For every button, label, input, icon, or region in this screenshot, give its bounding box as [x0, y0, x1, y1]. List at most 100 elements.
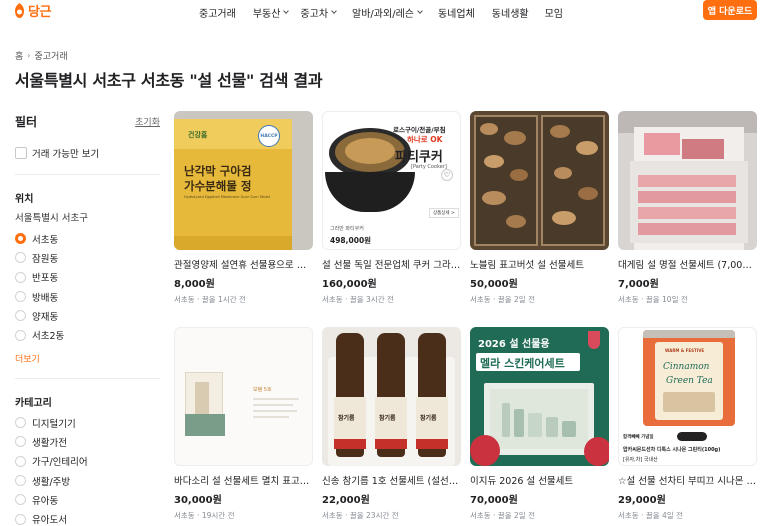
- listing-thumbnail[interactable]: 보탬 5호: [174, 327, 313, 466]
- location-radio-list: 서초동잠원동 반포동 방배동 양재동 서초2동: [15, 229, 64, 345]
- nav-item-label: 중고차: [300, 9, 329, 20]
- divider: [15, 174, 160, 175]
- listing-card[interactable]: WARM & FESTIVE Cinnamon Green Tea 합격빼빼 기…: [618, 327, 757, 521]
- category-option[interactable]: 가구/인테리어: [15, 452, 88, 471]
- option-label: 가구/인테리어: [32, 457, 88, 469]
- filter-title: 필터: [15, 115, 38, 129]
- listing-meta: 서초동 · 끌올 10일 전: [618, 295, 688, 304]
- nav-item[interactable]: 모임: [545, 5, 563, 20]
- nav-item[interactable]: 동네생활: [492, 5, 529, 20]
- option-label: 생활/주방: [32, 476, 71, 488]
- breadcrumb-current[interactable]: 중고거래: [34, 49, 67, 62]
- page-title: 서울특별시 서초구 서초동 "설 선물" 검색 결과: [15, 71, 323, 90]
- filter-sidebar: 필터 초기화 거래 가능만 보기 위치 서울특별시 서초구 서초동잠원동 반포동 방…: [15, 110, 160, 526]
- checkbox-box[interactable]: [15, 147, 27, 159]
- product-name-line1: 난각막 구아검: [184, 164, 252, 178]
- category-title: 카테고리: [15, 398, 52, 409]
- thumb-caption-1: 합격빼빼 기념일: [623, 435, 654, 440]
- filter-reset-link[interactable]: 초기화: [135, 115, 160, 128]
- radio-button[interactable]: [15, 252, 26, 264]
- listing-thumbnail[interactable]: 로스구이/전골/부침 하나로 OK 파티쿠커 [Party Cooker] ♡ …: [322, 111, 461, 250]
- listing-thumbnail[interactable]: WARM & FESTIVE Cinnamon Green Tea 합격빼빼 기…: [618, 327, 757, 466]
- listing-title[interactable]: 신송 참기름 1호 선물세트 (설선물…: [322, 473, 461, 487]
- app-download-button[interactable]: 앱 다운로드: [703, 0, 757, 20]
- radio-button[interactable]: [15, 310, 26, 322]
- listing-title[interactable]: ☆설 선물 선차티 부띠끄 시나몬 그린…: [618, 473, 757, 487]
- nav-item[interactable]: 알바/과외/레슨: [352, 5, 423, 20]
- radio-button[interactable]: [15, 291, 26, 303]
- nav-item[interactable]: 동네업체: [438, 5, 475, 20]
- listing-title[interactable]: 관절영양제 설연휴 선물용으로 드…: [174, 257, 313, 271]
- location-region: 서울특별시 서초구: [15, 213, 88, 224]
- listing-meta: 서초동 · 19시간 전: [174, 511, 235, 520]
- listing-thumbnail[interactable]: [618, 111, 757, 250]
- listing-thumbnail[interactable]: [470, 111, 609, 250]
- can-name-1: Cinnamon: [663, 362, 710, 372]
- listing-card[interactable]: 건강홈 HACCP 난각막 구아검 가수분해물 정 Hydrolyzed Egg…: [174, 111, 313, 305]
- radio-button[interactable]: [15, 233, 26, 245]
- listing-card[interactable]: 2026 설 선물용 멜라 스킨케어세트 이지듀 2026 설 선물세트 70,…: [470, 327, 609, 521]
- listing-title[interactable]: 대게림 설 명절 선물세트 (7,000원): [618, 257, 757, 271]
- location-option[interactable]: 서초2동: [15, 325, 64, 344]
- listing-price: 7,000원: [618, 279, 659, 290]
- location-title: 위치: [15, 194, 34, 205]
- nav-item-label: 중고거래: [199, 9, 236, 20]
- bottle-label: 참기름: [420, 415, 437, 422]
- listing-meta: 서초동 · 끌올 4일 전: [618, 511, 683, 520]
- chevron-right-icon: ›: [27, 51, 31, 60]
- listing-thumbnail[interactable]: 2026 설 선물용 멜라 스킨케어세트: [470, 327, 609, 466]
- listing-card[interactable]: 로스구이/전골/부침 하나로 OK 파티쿠커 [Party Cooker] ♡ …: [322, 111, 461, 305]
- location-more-link[interactable]: 더보기: [15, 352, 40, 365]
- listing-thumbnail[interactable]: 참기름 참기름 참기름: [322, 327, 461, 466]
- nav-item[interactable]: 중고거래: [199, 5, 236, 20]
- available-only-checkbox[interactable]: 거래 가능만 보기: [15, 146, 99, 160]
- category-option[interactable]: 생활가전: [15, 432, 88, 451]
- product-label: 보탬 5호: [253, 387, 272, 393]
- radio-button[interactable]: [15, 494, 26, 506]
- logo[interactable]: 당근: [14, 1, 51, 20]
- location-option[interactable]: 잠원동: [15, 248, 64, 267]
- listing-title[interactable]: 노블림 표고버섯 설 선물세트: [470, 257, 609, 271]
- listing-card[interactable]: 노블림 표고버섯 설 선물세트 50,000원 서초동 · 끌올 2일 전: [470, 111, 609, 305]
- nav-item[interactable]: 중고차: [300, 5, 337, 20]
- radio-button[interactable]: [15, 329, 26, 341]
- listing-title[interactable]: 이지듀 2026 설 선물세트: [470, 473, 609, 487]
- location-option[interactable]: 반포동: [15, 268, 64, 287]
- radio-button[interactable]: [15, 475, 26, 487]
- radio-button[interactable]: [15, 271, 26, 283]
- listing-meta: 서초동 · 끌올 2일 전: [470, 511, 535, 520]
- top-header: 당근 중고거래 부동산 중고차 알바/과외/레슨 동네업체 동네생활 모임 앱 다운로드: [0, 0, 768, 22]
- available-only-label: 거래 가능만 보기: [32, 149, 100, 160]
- chevron-down-icon: [417, 8, 423, 14]
- category-option[interactable]: 생활/주방: [15, 471, 88, 490]
- radio-button[interactable]: [15, 455, 26, 467]
- listing-price: 30,000원: [174, 495, 222, 506]
- listing-thumbnail[interactable]: 건강홈 HACCP 난각막 구아검 가수분해물 정 Hydrolyzed Egg…: [174, 111, 313, 250]
- location-option[interactable]: 서초동: [15, 229, 64, 248]
- category-option[interactable]: 유아도서: [15, 509, 88, 526]
- radio-button[interactable]: [15, 513, 26, 525]
- radio-button[interactable]: [15, 417, 26, 429]
- thumb-caption-2: 압카씨몬드선차 디톡스 시나몬 그린티(100g): [623, 447, 721, 453]
- can-name-2: Green Tea: [666, 376, 713, 386]
- location-option[interactable]: 방배동: [15, 287, 64, 306]
- nav-item[interactable]: 부동산: [253, 5, 290, 20]
- breadcrumb-home[interactable]: 홈: [15, 49, 23, 62]
- location-option[interactable]: 양재동: [15, 306, 64, 325]
- category-option[interactable]: 유아동: [15, 490, 88, 509]
- listing-title[interactable]: 바다소리 설 선물세트 멸치 표고버섯: [174, 473, 313, 487]
- category-option[interactable]: 디지털기기: [15, 413, 88, 432]
- promo-top: 로스구이/전골/부침: [393, 126, 446, 134]
- option-label: 서초동: [32, 234, 59, 246]
- product-brand: 건강홈: [188, 131, 208, 139]
- listing-card[interactable]: 참기름 참기름 참기름 신송 참기름 1호 선물세트 (설선물… 22,000원…: [322, 327, 461, 521]
- radio-button[interactable]: [15, 436, 26, 448]
- listing-card[interactable]: 대게림 설 명절 선물세트 (7,000원) 7,000원 서초동 · 끌올 1…: [618, 111, 757, 305]
- chevron-down-icon: [283, 8, 290, 14]
- listing-price: 50,000원: [470, 279, 518, 290]
- listing-price: 8,000원: [174, 279, 215, 290]
- listing-title[interactable]: 설 선물 독일 전문업체 쿠커 그라만…: [322, 257, 461, 271]
- listing-price: 29,000원: [618, 495, 666, 506]
- listing-card[interactable]: 보탬 5호 바다소리 설 선물세트 멸치 표고버섯 30,000원 서초동 · …: [174, 327, 313, 521]
- listing-meta: 서초동 · 끌올 1시간 전: [174, 295, 246, 304]
